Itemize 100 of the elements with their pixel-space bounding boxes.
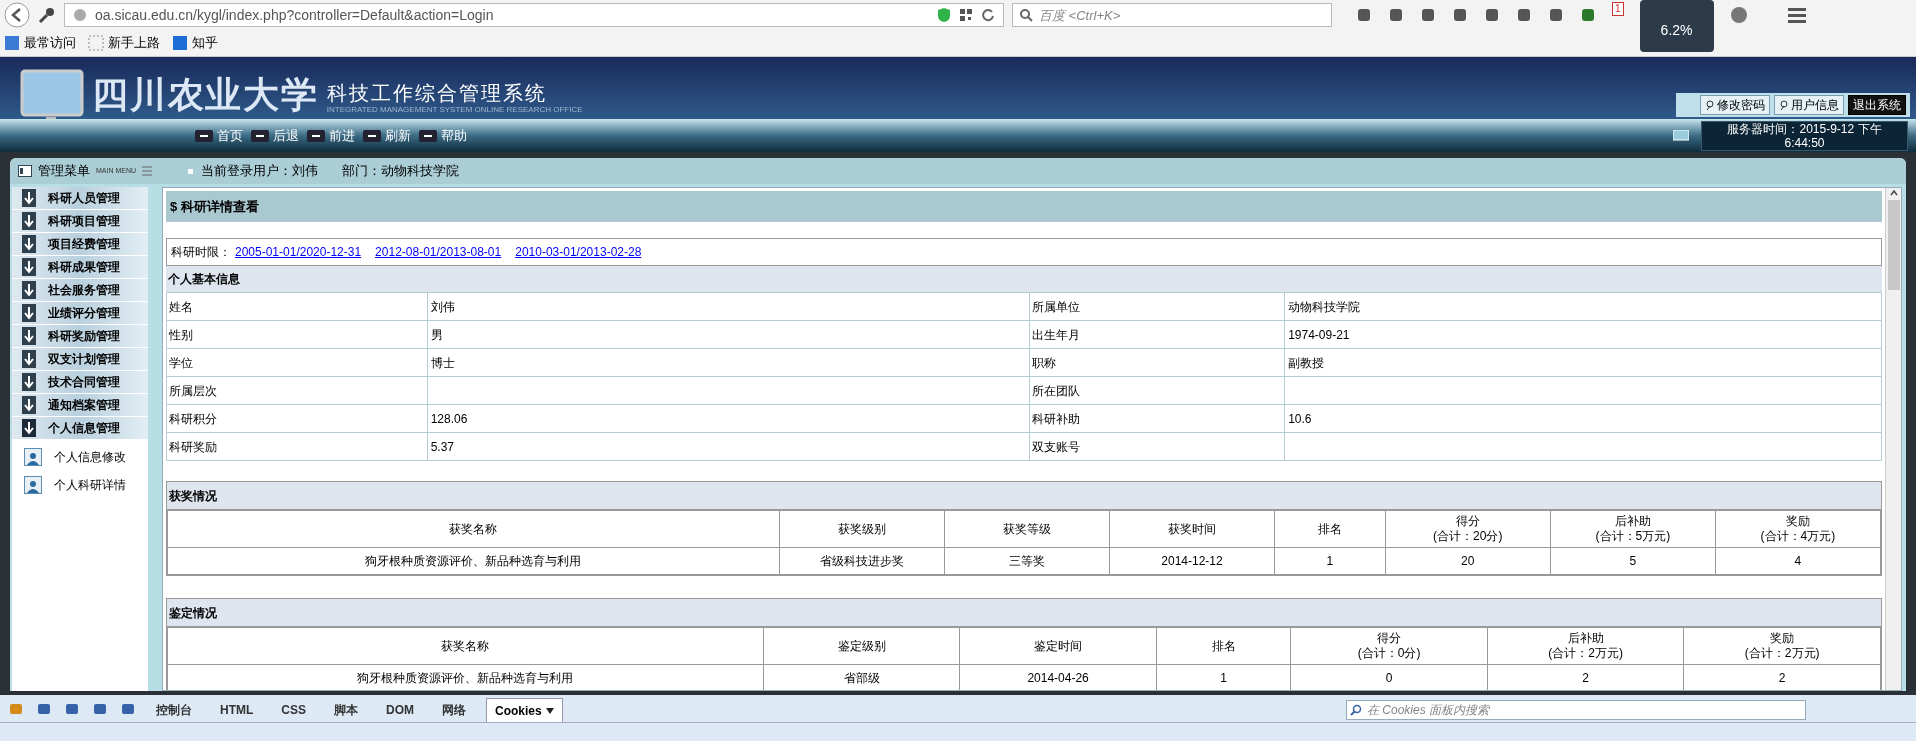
- table-cell: 狗牙根种质资源评价、新品种选育与利用: [167, 547, 780, 575]
- school-logo-text: 四川农业大学: [92, 75, 319, 115]
- account-button[interactable]: 修改密码: [1700, 95, 1770, 115]
- submenu-link[interactable]: 个人信息修改: [12, 448, 148, 466]
- menu-item[interactable]: 科研项目管理: [12, 210, 148, 233]
- period-link[interactable]: 2005-01-01/2020-12-31: [235, 243, 362, 261]
- scroll-up-icon: [1888, 188, 1899, 198]
- nav-icon: [419, 129, 437, 142]
- search-icon: [1350, 704, 1362, 716]
- label-cell: 学位: [166, 348, 428, 377]
- current-user-text: 当前登录用户：刘伟: [201, 162, 318, 181]
- menu-item[interactable]: 项目经费管理: [12, 233, 148, 256]
- value-cell: 128.06: [427, 404, 1030, 433]
- submenu-link[interactable]: 个人科研详情: [12, 476, 148, 494]
- nav-link[interactable]: 首页: [195, 125, 243, 146]
- bullet-icon: [188, 168, 193, 174]
- devtools-tab[interactable]: 脚本: [326, 698, 366, 722]
- section-title: 鉴定情况: [167, 599, 1881, 627]
- down-arrow-icon: [22, 189, 36, 207]
- account-button[interactable]: 退出系统: [1848, 95, 1906, 115]
- section-title: 获奖情况: [167, 482, 1881, 510]
- label-cell: 双支账号: [1029, 432, 1285, 461]
- column-header: 鉴定时间: [959, 627, 1157, 665]
- list-icon: [142, 166, 153, 176]
- search-field[interactable]: 百度 <Ctrl+K>: [1012, 3, 1332, 27]
- column-header: 鉴定级别: [763, 627, 960, 665]
- devtools-search-field[interactable]: 在 Cookies 面板内搜索: [1346, 700, 1806, 720]
- period-link[interactable]: 2010-03-01/2013-02-28: [515, 243, 642, 261]
- nav-link[interactable]: 前进: [307, 125, 355, 146]
- qr-code-icon: [959, 8, 973, 22]
- menu-item[interactable]: 双支计划管理: [12, 348, 148, 371]
- menu-item[interactable]: 通知档案管理: [12, 394, 148, 417]
- inspect-icon[interactable]: [36, 701, 52, 717]
- account-button[interactable]: 用户信息: [1774, 95, 1844, 115]
- menu-item[interactable]: 科研奖励管理: [12, 325, 148, 348]
- down-arrow-icon: [22, 235, 36, 253]
- column-header: 后补助 (合计：5万元): [1550, 510, 1716, 548]
- devtools-tab[interactable]: 控制台: [148, 698, 200, 722]
- table-cell: 2014-12-12: [1109, 547, 1275, 575]
- value-cell: 博士: [427, 348, 1030, 377]
- nav-link[interactable]: 刷新: [363, 125, 411, 146]
- column-header: 得分 (合计：20分): [1385, 510, 1551, 548]
- devtools-tab[interactable]: CSS: [273, 698, 314, 722]
- nav-icon: [195, 129, 213, 142]
- menu-item[interactable]: 技术合同管理: [12, 371, 148, 394]
- bookmark-link[interactable]: 新手上路: [88, 33, 160, 53]
- bookmark-icon: [88, 35, 104, 51]
- down-arrow-icon: [22, 212, 36, 230]
- column-header: 获奖级别: [779, 510, 945, 548]
- devtools-tab[interactable]: DOM: [378, 698, 422, 722]
- page-title: $ 科研详情查看: [166, 191, 1882, 222]
- monitor-icon: [1673, 130, 1689, 142]
- nav-link[interactable]: 帮助: [419, 125, 467, 146]
- user-card-icon: [24, 448, 42, 466]
- table-cell: 1: [1274, 547, 1386, 575]
- menu-item[interactable]: 科研人员管理: [12, 187, 148, 210]
- back-icon[interactable]: [64, 701, 80, 717]
- scrollbar[interactable]: [1885, 188, 1901, 690]
- down-arrow-icon: [22, 373, 36, 391]
- column-header: 排名: [1156, 627, 1291, 665]
- devtools-tab[interactable]: HTML: [212, 698, 262, 722]
- back-icon[interactable]: [4, 2, 30, 28]
- bookmark-link[interactable]: 最常访问: [4, 33, 76, 53]
- column-header: 得分 (合计：0分): [1290, 627, 1488, 665]
- system-title: 科技工作综合管理系统: [326, 81, 548, 105]
- scrollbar-thumb[interactable]: [1887, 200, 1900, 290]
- nav-icon: [363, 129, 381, 142]
- address-bar[interactable]: oa.sicau.edu.cn/kygl/index.php?controller=Default&action=Login: [64, 3, 1004, 27]
- dropdown-caret-icon: [545, 707, 554, 714]
- value-cell: 10.6: [1284, 404, 1882, 433]
- column-header: 获奖名称: [167, 627, 764, 665]
- value-cell: 副教授: [1284, 348, 1882, 377]
- devtools-tab[interactable]: 网络: [434, 698, 474, 722]
- bookmark-link[interactable]: 知乎: [172, 33, 218, 53]
- table-cell: 20: [1385, 547, 1551, 575]
- value-cell: 男: [427, 320, 1030, 349]
- down-arrow-icon: [22, 327, 36, 345]
- menu-item[interactable]: 个人信息管理: [12, 417, 148, 440]
- column-header: 奖励 (合计：2万元): [1683, 627, 1881, 665]
- globe-icon[interactable]: [1729, 6, 1748, 24]
- cpu-meter: 6.2%: [1639, 0, 1714, 52]
- value-cell: 动物科技学院: [1284, 292, 1882, 321]
- label-cell: 所属层次: [166, 376, 428, 405]
- label-cell: 科研补助: [1029, 404, 1285, 433]
- menu-item[interactable]: 社会服务管理: [12, 279, 148, 302]
- period-link[interactable]: 2012-08-01/2013-08-01: [375, 243, 502, 261]
- table-cell: 5: [1550, 547, 1716, 575]
- menu-icon[interactable]: [1787, 7, 1806, 23]
- value-cell: 5.37: [427, 432, 1030, 461]
- nav-link[interactable]: 后退: [251, 125, 299, 146]
- column-header: 奖励 (合计：4万元): [1715, 510, 1881, 548]
- reload-icon[interactable]: [981, 8, 995, 22]
- department-text: 部门：动物科技学院: [342, 162, 459, 181]
- devtools-tab[interactable]: Cookies: [486, 698, 563, 722]
- column-header: 排名: [1274, 510, 1386, 548]
- menu-item[interactable]: 科研成果管理: [12, 256, 148, 279]
- menu-item[interactable]: 业绩评分管理: [12, 302, 148, 325]
- column-header: 获奖名称: [167, 510, 780, 548]
- system-subtitle: INTEGRATED MANAGEMENT SYSTEM ONLINE RESEARCH OFFICE: [326, 105, 583, 115]
- forward-icon[interactable]: [92, 701, 108, 717]
